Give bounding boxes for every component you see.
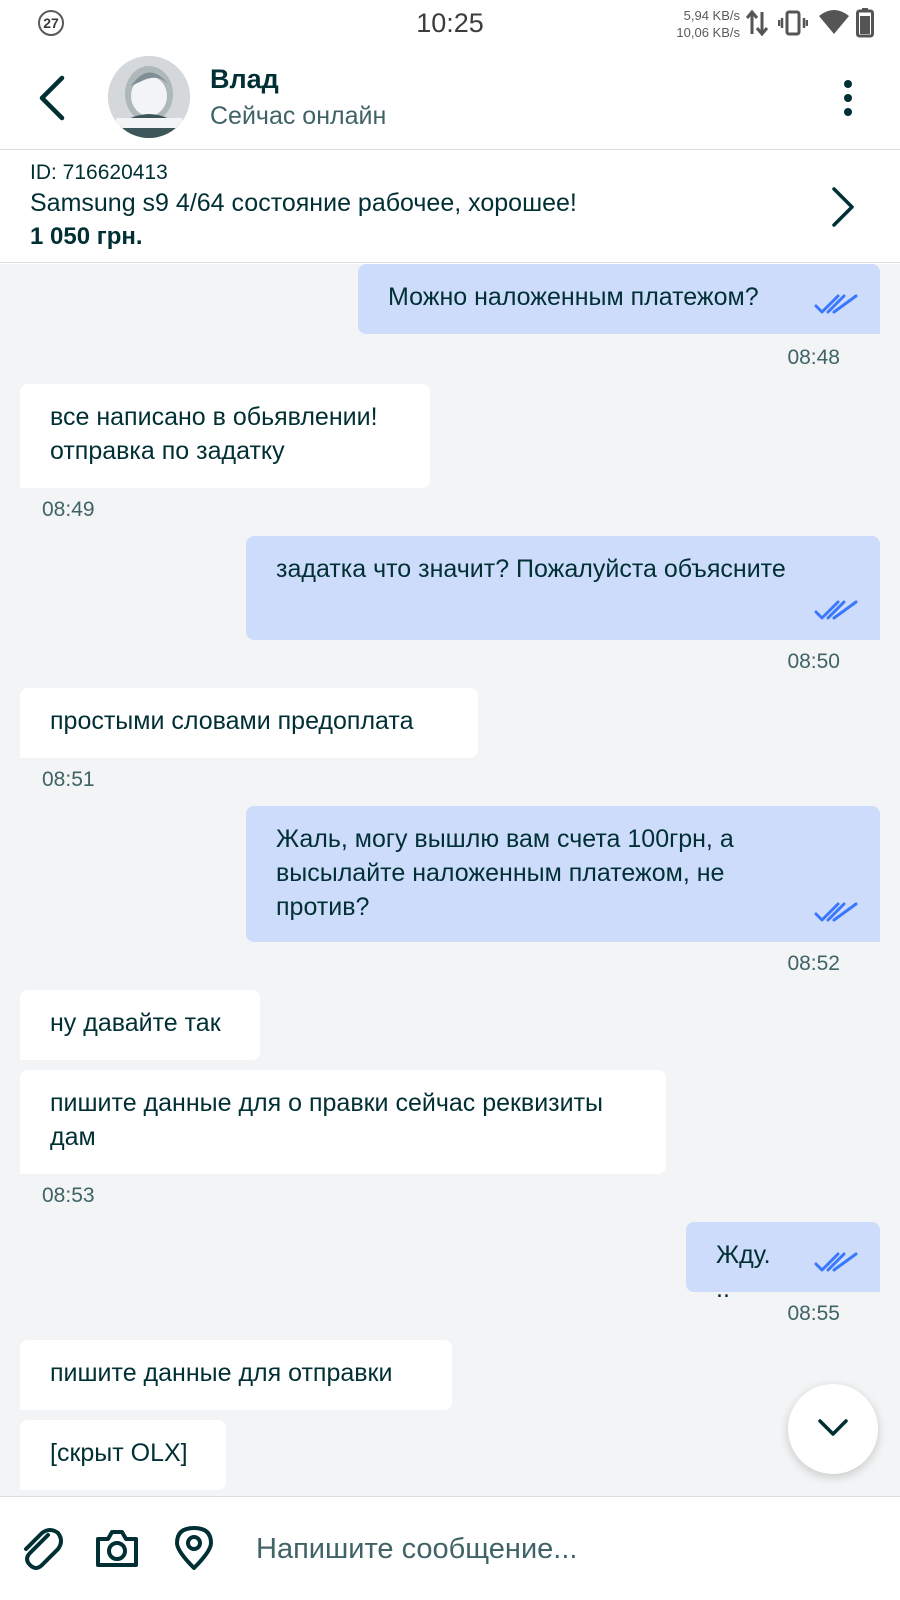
- message-time: 08:53: [42, 1184, 95, 1207]
- message-incoming[interactable]: пишите данные для отправки: [20, 1340, 452, 1410]
- message-time: 08:52: [787, 952, 840, 975]
- network-upload-speed: 5,94 KB/s: [683, 8, 740, 23]
- message-outgoing[interactable]: задатка что значит? Пожалуйста объясните: [246, 536, 880, 640]
- user-silhouette-icon: [108, 56, 190, 138]
- vibrate-icon: [778, 10, 808, 36]
- message-outgoing[interactable]: Жаль, могу вышлю вам счета 100грн, а выс…: [246, 806, 880, 942]
- message-outgoing[interactable]: Можно наложенным платежом?: [358, 264, 880, 334]
- status-bar: 27 10:25 5,94 KB/s 10,06 KB/s: [0, 0, 900, 48]
- contact-name: Влад: [210, 64, 279, 94]
- listing-card[interactable]: ID: 716620413 Samsung s9 4/64 состояние …: [0, 151, 900, 263]
- network-download-speed: 10,06 KB/s: [676, 25, 740, 40]
- listing-id: ID: 716620413: [30, 161, 168, 184]
- message-incoming[interactable]: [скрыт OLX]: [20, 1420, 226, 1490]
- chevron-down-icon: [818, 1419, 848, 1436]
- message-outgoing[interactable]: Жду. ..: [686, 1222, 880, 1303]
- camera-icon[interactable]: [94, 1525, 140, 1571]
- message-text: пишите данные для отправки: [50, 1359, 393, 1387]
- message-text: ну давайте так: [50, 1009, 221, 1037]
- read-receipt-icon: [814, 902, 858, 922]
- read-receipt-icon: [814, 600, 858, 620]
- network-speed: 5,94 KB/s 10,06 KB/s: [676, 7, 740, 41]
- data-transfer-icon: [746, 9, 768, 37]
- message-time: 08:48: [787, 346, 840, 369]
- message-input[interactable]: [256, 1519, 856, 1579]
- wifi-icon: [819, 10, 849, 34]
- more-options-icon[interactable]: [836, 78, 860, 118]
- message-text: Можно наложенным платежом?: [388, 283, 759, 311]
- message-text: простыми словами предоплата: [50, 707, 414, 735]
- message-time: 08:51: [42, 768, 95, 791]
- read-receipt-icon: [814, 1252, 858, 1272]
- location-pin-icon[interactable]: [172, 1525, 216, 1571]
- scroll-to-bottom-button[interactable]: [788, 1384, 878, 1474]
- paperclip-icon[interactable]: [18, 1525, 64, 1571]
- message-time: 08:55: [787, 1302, 840, 1325]
- message-incoming[interactable]: простыми словами предоплата: [20, 688, 478, 758]
- contact-online-status: Сейчас онлайн: [210, 102, 387, 130]
- message-text: все написано в обьявлении! отправка по з…: [50, 403, 378, 465]
- back-button[interactable]: [30, 74, 74, 122]
- battery-icon: [856, 8, 874, 38]
- message-text: Жаль, могу вышлю вам счета 100грн, а выс…: [276, 825, 734, 921]
- message-time: 08:50: [787, 650, 840, 673]
- message-list[interactable]: Можно наложенным платежом? 08:48 все нап…: [0, 264, 900, 1496]
- message-text: задатка что значит? Пожалуйста объясните: [276, 555, 786, 583]
- listing-title: Samsung s9 4/64 состояние рабочее, хорош…: [30, 189, 577, 217]
- avatar[interactable]: [108, 56, 190, 138]
- message-incoming[interactable]: ну давайте так: [20, 990, 260, 1060]
- message-text: [скрыт OLX]: [50, 1439, 188, 1467]
- chevron-right-icon[interactable]: [830, 185, 856, 229]
- listing-price: 1 050 грн.: [30, 223, 143, 250]
- message-incoming[interactable]: все написано в обьявлении! отправка по з…: [20, 384, 430, 488]
- message-composer: [0, 1496, 900, 1600]
- message-time: 08:49: [42, 498, 95, 521]
- message-incoming[interactable]: пишите данные для о правки сейчас реквиз…: [20, 1070, 666, 1174]
- message-text: пишите данные для о правки сейчас реквиз…: [50, 1089, 604, 1151]
- chat-header: Влад Сейчас онлайн: [0, 48, 900, 150]
- read-receipt-icon: [814, 294, 858, 314]
